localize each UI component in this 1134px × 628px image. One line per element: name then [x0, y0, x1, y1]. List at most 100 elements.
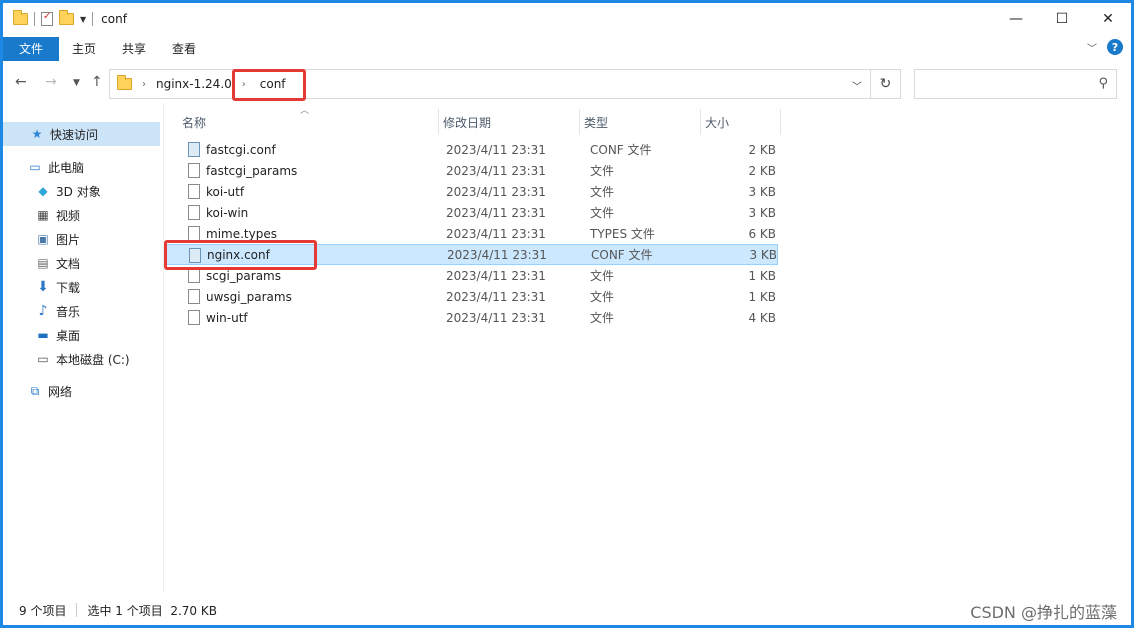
divider	[34, 12, 35, 26]
customize-toolbar-dropdown-icon[interactable]: ▼	[80, 15, 86, 24]
tab-share[interactable]: 共享	[109, 37, 159, 61]
file-type: 文件	[590, 185, 615, 199]
file-type: TYPES 文件	[590, 227, 655, 241]
table-row[interactable]: fastcgi.conf 2023/4/11 23:31 CONF 文件 2 K…	[166, 139, 778, 160]
sidebar-item-downloads[interactable]: ⬇ 下载	[3, 275, 80, 299]
file-icon	[188, 289, 200, 304]
sidebar-item-label: 图片	[56, 232, 81, 247]
star-icon: ★	[31, 127, 43, 141]
file-size: 6 KB	[748, 226, 776, 241]
window-title: conf	[101, 12, 127, 26]
sidebar-item-label: 3D 对象	[56, 184, 101, 199]
refresh-icon[interactable]: ↻	[871, 69, 901, 99]
tab-home[interactable]: 主页	[59, 37, 109, 61]
help-icon[interactable]: ?	[1107, 39, 1123, 55]
table-row[interactable]: win-utf 2023/4/11 23:31 文件 4 KB	[166, 307, 778, 328]
annotation-highlight-box	[164, 240, 317, 270]
maximize-button[interactable]: ☐	[1039, 3, 1085, 35]
search-icon[interactable]: ⚲	[1098, 76, 1108, 91]
search-input[interactable]	[915, 70, 1085, 98]
sidebar-item-label: 快速访问	[50, 127, 99, 142]
file-date: 2023/4/11 23:31	[446, 226, 546, 241]
forward-arrow-icon[interactable]: →	[45, 74, 57, 90]
file-size: 1 KB	[748, 268, 776, 283]
title-bar: ▼ conf — ☐ ✕	[3, 3, 1131, 35]
sidebar-item-network[interactable]: ⧉ 网络	[3, 379, 72, 403]
column-header-name[interactable]: 名称	[178, 109, 439, 135]
table-row[interactable]: koi-win 2023/4/11 23:31 文件 3 KB	[166, 202, 778, 223]
file-icon	[188, 268, 200, 283]
column-header-type[interactable]: 类型	[580, 109, 701, 135]
file-icon	[188, 163, 200, 178]
status-bar: 9 个项目 选中 1 个项目 2.70 KB	[3, 599, 1131, 621]
up-arrow-icon[interactable]: ↑	[91, 74, 103, 90]
3d-objects-icon: ◆	[38, 184, 48, 198]
file-size: 4 KB	[748, 310, 776, 325]
file-size: 1 KB	[748, 289, 776, 304]
breadcrumb-separator-icon[interactable]: ›	[142, 79, 146, 90]
sidebar-item-videos[interactable]: ▦ 视频	[3, 203, 80, 227]
file-type: 文件	[590, 269, 615, 283]
breadcrumb-nginx[interactable]: nginx-1.24.0	[156, 77, 232, 91]
sidebar-item-quick-access[interactable]: ★ 快速访问	[3, 122, 160, 146]
download-icon: ⬇	[37, 279, 49, 295]
new-folder-icon[interactable]	[59, 10, 74, 25]
column-header-date[interactable]: 修改日期	[439, 109, 580, 135]
quick-access-toolbar: ▼	[13, 10, 94, 26]
file-date: 2023/4/11 23:31	[446, 184, 546, 199]
ribbon-right: ﹀ ?	[1087, 39, 1123, 55]
properties-icon[interactable]	[41, 11, 53, 26]
file-name: win-utf	[206, 310, 248, 325]
file-name: fastcgi_params	[206, 163, 298, 178]
file-date: 2023/4/11 23:31	[446, 289, 546, 304]
file-icon	[188, 205, 200, 220]
file-date: 2023/4/11 23:31	[447, 247, 547, 262]
file-name: mime.types	[206, 226, 277, 241]
column-header-size[interactable]: 大小	[701, 109, 781, 135]
table-row[interactable]: koi-utf 2023/4/11 23:31 文件 3 KB	[166, 181, 778, 202]
sidebar-item-this-pc[interactable]: ▭ 此电脑	[3, 155, 84, 179]
column-headers: 名称 修改日期 类型 大小	[178, 109, 781, 135]
table-row[interactable]: uwsgi_params 2023/4/11 23:31 文件 1 KB	[166, 286, 778, 307]
divider	[76, 603, 78, 617]
annotation-highlight-box	[232, 69, 306, 101]
table-row[interactable]: fastcgi_params 2023/4/11 23:31 文件 2 KB	[166, 160, 778, 181]
sidebar-item-pictures[interactable]: ▣ 图片	[3, 227, 80, 251]
navigation-bar: ← → ▼ ↑ › nginx-1.24.0 › conf ﹀ ↻ ⚲	[3, 65, 1131, 101]
tab-view[interactable]: 查看	[159, 37, 209, 61]
item-count: 9 个项目	[19, 603, 67, 618]
file-size: 3 KB	[749, 247, 777, 262]
file-date: 2023/4/11 23:31	[446, 142, 546, 157]
sidebar-item-local-disk[interactable]: ▭ 本地磁盘 (C:)	[3, 347, 130, 371]
file-name: scgi_params	[206, 268, 281, 283]
file-date: 2023/4/11 23:31	[446, 163, 546, 178]
file-name: koi-win	[206, 205, 249, 220]
folder-icon	[13, 10, 28, 25]
back-arrow-icon[interactable]: ←	[15, 74, 27, 90]
expand-ribbon-chevron-icon[interactable]: ﹀	[1087, 40, 1097, 55]
music-icon: ♪	[38, 303, 48, 319]
explorer-window: ▼ conf — ☐ ✕ 文件 主页 共享 查看 ﹀ ? ← → ▼ ↑ › n…	[3, 3, 1131, 625]
close-button[interactable]: ✕	[1085, 3, 1131, 35]
file-size: 2 KB	[748, 163, 776, 178]
sidebar-item-label: 视频	[56, 208, 81, 223]
minimize-button[interactable]: —	[993, 3, 1039, 35]
sidebar-item-music[interactable]: ♪ 音乐	[3, 299, 80, 323]
sidebar-item-documents[interactable]: ▤ 文档	[3, 251, 80, 275]
drive-icon: ▭	[37, 352, 49, 366]
file-type: CONF 文件	[591, 248, 653, 262]
tab-file[interactable]: 文件	[3, 36, 60, 61]
sidebar-item-3d-objects[interactable]: ◆ 3D 对象	[3, 179, 101, 203]
sidebar-item-label: 本地磁盘 (C:)	[56, 352, 130, 367]
sidebar-item-label: 桌面	[56, 328, 81, 343]
file-icon	[188, 226, 200, 241]
address-bar[interactable]: › nginx-1.24.0 › conf ﹀	[109, 69, 871, 99]
video-icon: ▦	[37, 208, 49, 222]
address-dropdown-chevron-icon[interactable]: ﹀	[852, 78, 862, 93]
recent-locations-chevron-icon[interactable]: ▼	[73, 78, 80, 88]
window-controls: — ☐ ✕	[993, 3, 1131, 35]
file-name: koi-utf	[206, 184, 245, 199]
sidebar-item-label: 下载	[56, 280, 81, 295]
search-box[interactable]: ⚲	[914, 69, 1117, 99]
sidebar-item-desktop[interactable]: ▬ 桌面	[3, 323, 80, 347]
